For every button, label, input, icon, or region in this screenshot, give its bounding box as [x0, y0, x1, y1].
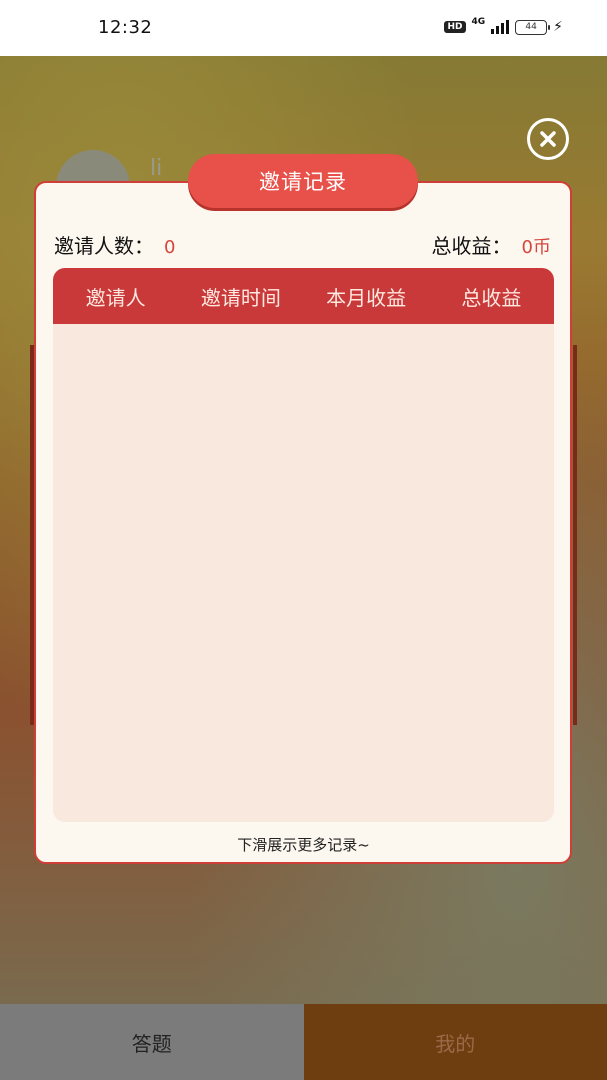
column-header-invite-time: 邀请时间	[200, 285, 281, 310]
column-header-monthly-earnings: 本月收益	[326, 285, 407, 310]
signal-icon	[491, 20, 510, 34]
tab-answer[interactable]: 答题	[0, 1004, 304, 1080]
battery-icon: 44	[515, 19, 551, 35]
invite-count-value: 0	[164, 237, 176, 258]
background-card-edge	[573, 345, 577, 725]
tab-mine[interactable]: 我的	[303, 1004, 607, 1080]
records-table[interactable]: 邀请人 邀请时间 本月收益 总收益	[53, 268, 554, 822]
scroll-more-hint: 下滑展示更多记录~	[237, 836, 370, 854]
total-earnings-label: 总收益：	[431, 234, 512, 258]
hd-badge: HD	[444, 21, 466, 33]
bottom-tab-bar: 答题 我的	[0, 1004, 607, 1080]
user-name: li	[150, 156, 163, 181]
network-type: 4G	[471, 17, 486, 27]
total-earnings-value: 0币	[521, 237, 551, 258]
status-time: 12:32	[98, 17, 153, 38]
invite-count: 邀请人数： 0	[54, 230, 175, 259]
close-button[interactable]	[527, 118, 569, 160]
charging-icon: ⚡	[553, 19, 563, 35]
close-icon	[540, 131, 556, 147]
table-header: 邀请人 邀请时间 本月收益 总收益	[53, 268, 554, 324]
invite-count-label: 邀请人数：	[54, 234, 154, 258]
column-header-inviter: 邀请人	[85, 285, 146, 310]
status-bar: 12:32 HD 4G 44 ⚡	[0, 0, 607, 56]
column-header-total-earnings: 总收益	[461, 285, 522, 310]
table-body[interactable]	[53, 324, 554, 822]
dialog-title: 邀请记录	[188, 154, 418, 208]
status-icons: HD 4G 44 ⚡	[444, 17, 563, 35]
total-earnings: 总收益： 0币	[432, 230, 551, 259]
